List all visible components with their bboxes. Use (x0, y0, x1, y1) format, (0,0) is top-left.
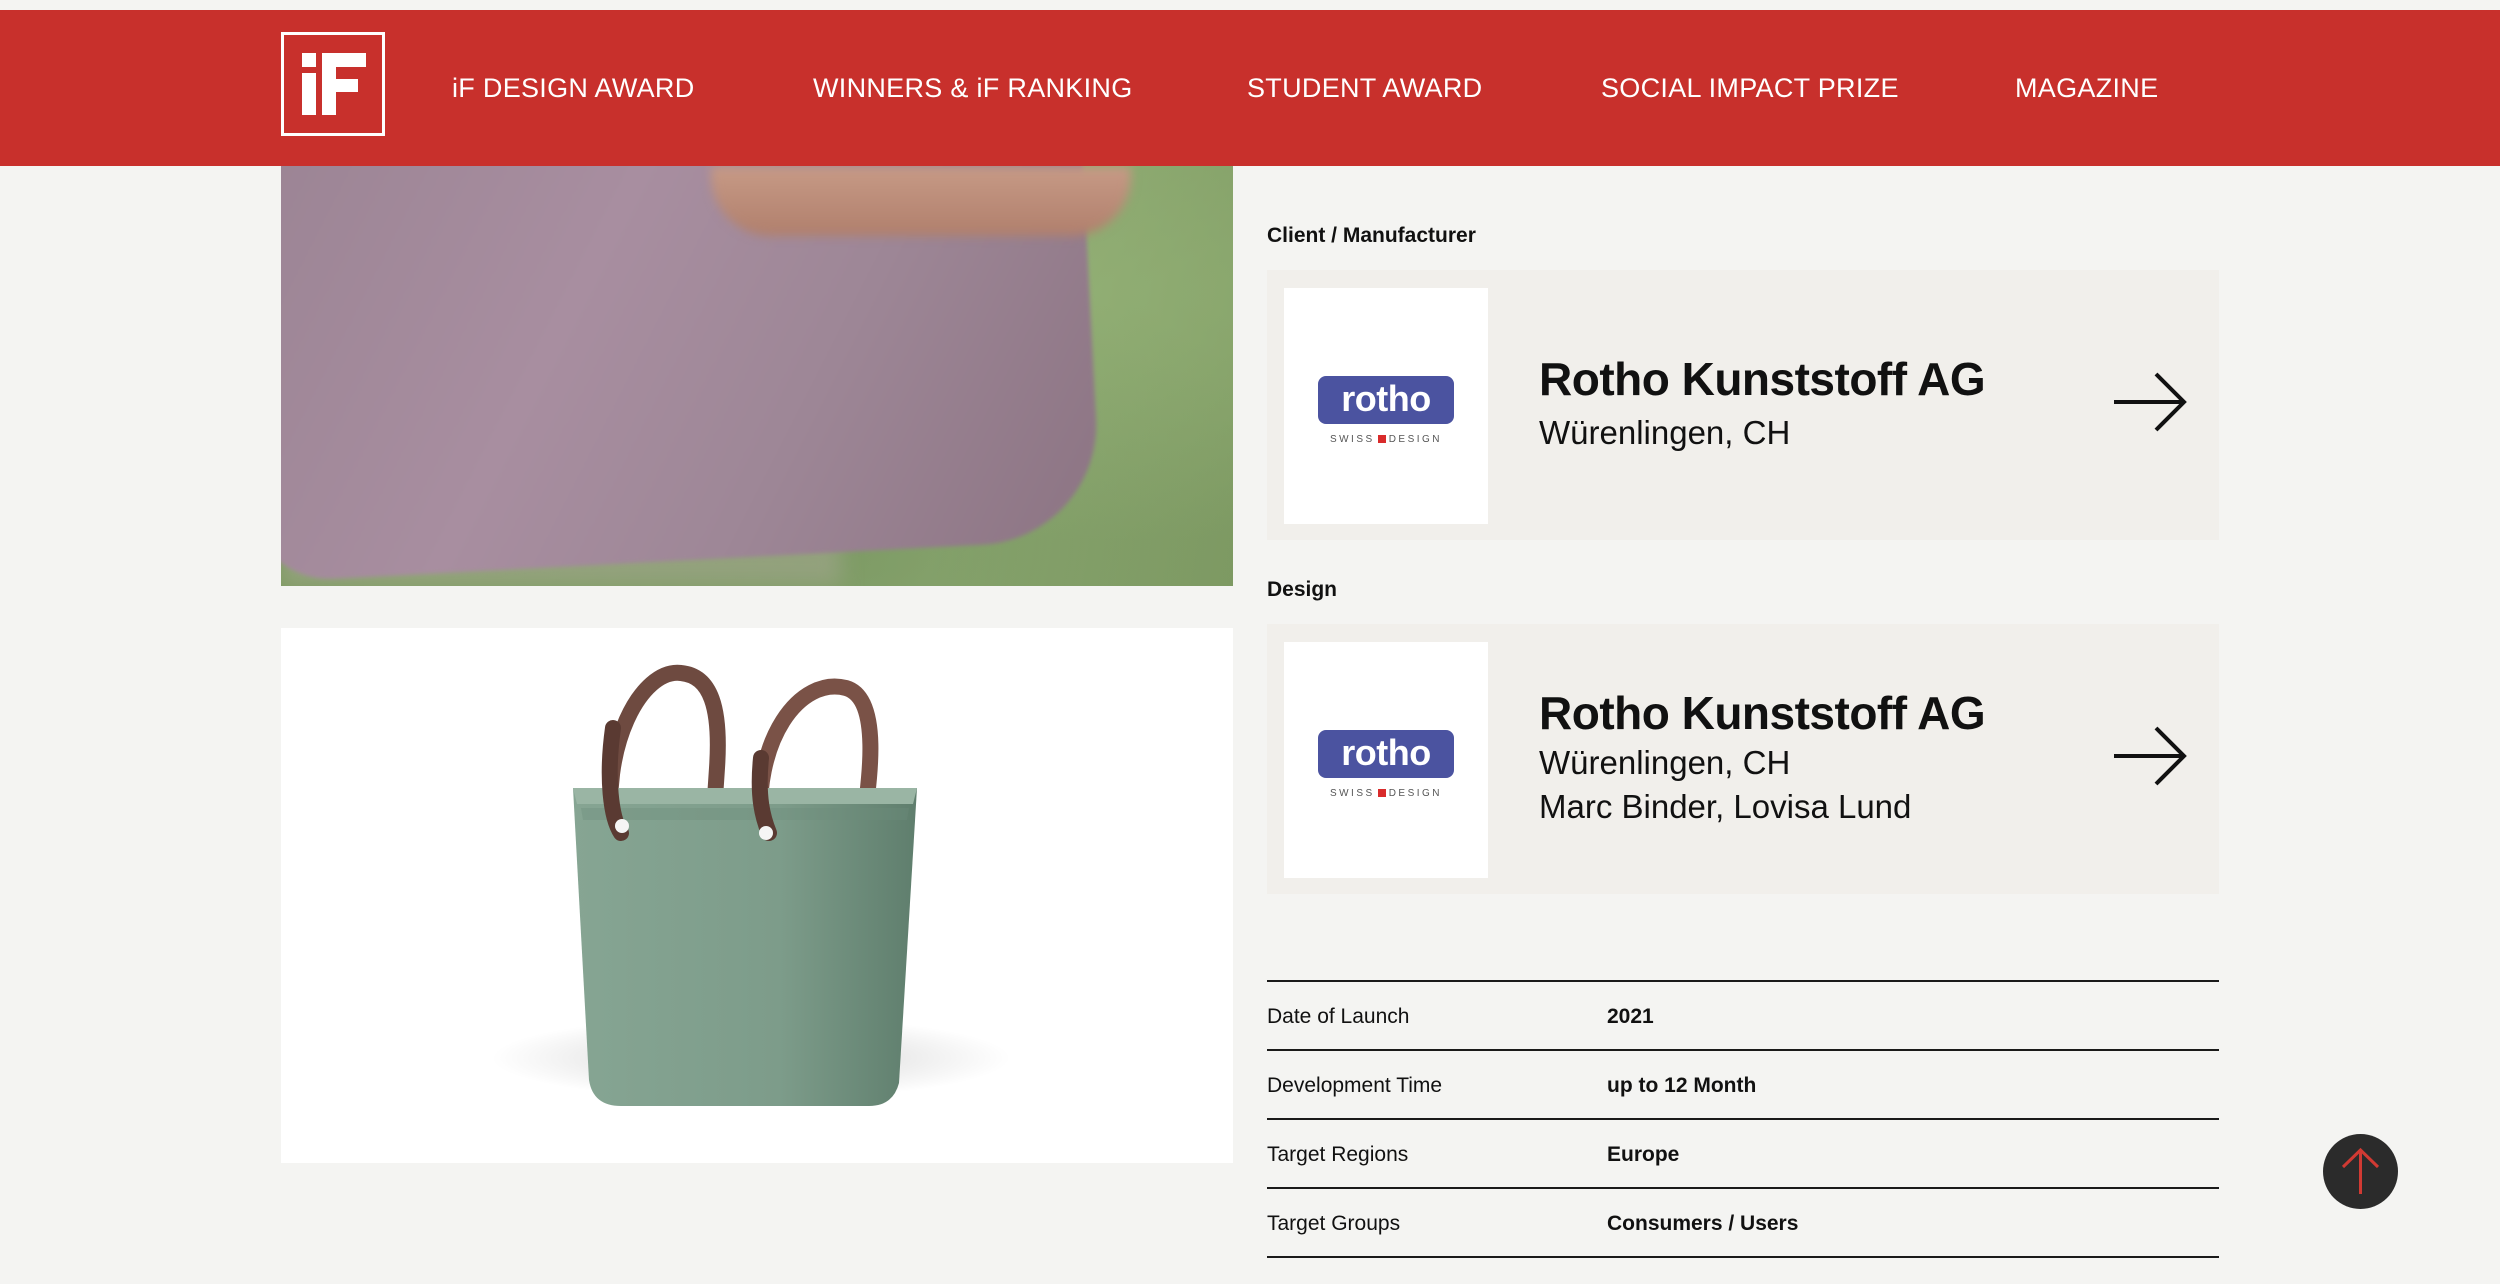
scroll-to-top-button[interactable] (2323, 1134, 2398, 1209)
design-section-label: Design (1267, 578, 1338, 601)
if-logo[interactable] (281, 32, 385, 136)
product-photo-studio[interactable] (281, 628, 1233, 1163)
divider (1267, 1049, 2219, 1051)
client-location: Würenlingen, CH (1539, 414, 1791, 451)
design-name: Rotho Kunststoff AG (1539, 687, 1986, 739)
bottom-strip (0, 1278, 2500, 1284)
hand (711, 166, 1131, 236)
if-logo-icon (302, 53, 366, 115)
product-photo-lifestyle[interactable] (281, 166, 1233, 586)
site-header: iF DESIGN AWARD WINNERS & iF RANKING STU… (0, 10, 2500, 166)
detail-value: Consumers / Users (1607, 1212, 1799, 1235)
divider (1267, 1256, 2219, 1258)
detail-value: 2021 (1607, 1005, 1654, 1028)
green-tote-bag-image (491, 664, 1011, 1106)
design-location: Würenlingen, CH (1539, 744, 1791, 781)
nav-student-award[interactable]: STUDENT AWARD (1247, 10, 1482, 166)
design-card[interactable]: rotho SWISS DESIGN Rotho Kunststoff AG Wü… (1267, 624, 2219, 894)
detail-label: Date of Launch (1267, 1005, 1410, 1028)
arrow-right-icon[interactable] (2112, 724, 2188, 788)
design-designers: Marc Binder, Lovisa Lund (1539, 788, 1912, 825)
top-strip (0, 0, 2500, 10)
nav-social-impact-prize[interactable]: SOCIAL IMPACT PRIZE (1601, 10, 1899, 166)
detail-label: Target Groups (1267, 1212, 1401, 1235)
client-section-label: Client / Manufacturer (1267, 224, 1476, 247)
nav-magazine[interactable]: MAGAZINE (2015, 10, 2158, 166)
divider (1267, 980, 2219, 982)
nav-if-design-award[interactable]: iF DESIGN AWARD (452, 10, 695, 166)
client-logo: rotho SWISS DESIGN (1284, 288, 1488, 524)
nav-winners-ranking[interactable]: WINNERS & iF RANKING (813, 10, 1133, 166)
arrow-up-icon (2341, 1147, 2380, 1194)
divider (1267, 1187, 2219, 1189)
design-logo: rotho SWISS DESIGN (1284, 642, 1488, 878)
detail-value: up to 12 Month (1607, 1074, 1757, 1097)
detail-label: Target Regions (1267, 1143, 1409, 1166)
detail-value: Europe (1607, 1143, 1680, 1166)
divider (1267, 1118, 2219, 1120)
client-name: Rotho Kunststoff AG (1539, 353, 1986, 405)
arrow-right-icon[interactable] (2112, 370, 2188, 434)
client-card[interactable]: rotho SWISS DESIGN Rotho Kunststoff AG Wü… (1267, 270, 2219, 540)
detail-label: Development Time (1267, 1074, 1443, 1097)
